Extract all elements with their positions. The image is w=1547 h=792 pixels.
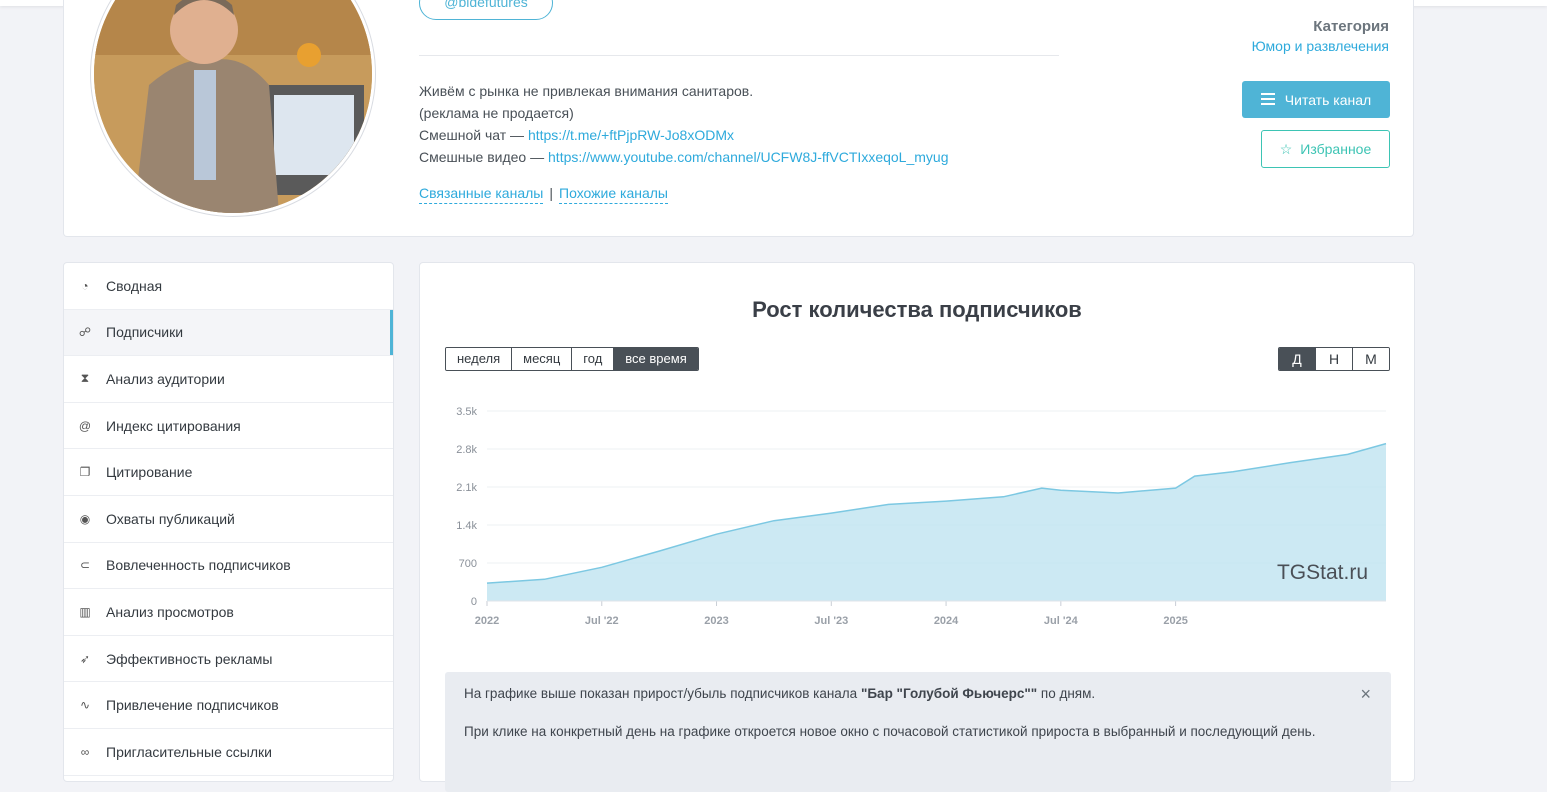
- sidebar-item-reach[interactable]: ◉ Охваты публикаций: [64, 496, 393, 543]
- sidebar-item-label: Анализ аудитории: [106, 370, 225, 387]
- read-channel-label: Читать канал: [1284, 91, 1372, 108]
- read-channel-button[interactable]: Читать канал: [1242, 81, 1390, 118]
- description-line: Живём с рынка не привлекая внимания сани…: [419, 83, 754, 99]
- y-tick-label: 0: [471, 596, 477, 608]
- y-tick-label: 2.1k: [456, 482, 477, 494]
- description-video-line: Смешные видео — https://www.youtube.com/…: [419, 146, 948, 168]
- period-week-button[interactable]: неделя: [446, 348, 513, 370]
- related-links: Связанные каналы | Похожие каналы: [419, 185, 668, 204]
- alert-line-2: При клике на конкретный день на графике …: [464, 724, 1316, 739]
- sidebar-item-label: Подписчики: [106, 324, 184, 341]
- close-icon[interactable]: ×: [1360, 684, 1371, 705]
- x-tick-label: 2022: [475, 615, 499, 627]
- sidebar-item-label: Цитирование: [106, 464, 193, 481]
- sidebar-item-label: Вовлеченность подписчиков: [106, 557, 291, 574]
- x-tick-label: Jul '23: [814, 615, 848, 627]
- chat-link[interactable]: https://t.me/+ftPjpRW-Jo8xODMx: [528, 127, 734, 143]
- alert-line-1: На графике выше показан прирост/убыль по…: [464, 683, 1344, 705]
- chat-prefix: Смешной чат —: [419, 127, 528, 143]
- link-icon: ∞: [80, 744, 90, 759]
- chart-watermark: TGStat.ru: [1277, 561, 1368, 584]
- at-icon: @: [78, 418, 92, 433]
- sidebar-item-invite-links[interactable]: ∞ Пригласительные ссылки: [64, 729, 393, 776]
- series-area: [487, 443, 1386, 601]
- sidebar-item-summary[interactable]: ◔ Сводная: [64, 263, 393, 310]
- sidebar-item-citation-index[interactable]: @ Индекс цитирования: [64, 403, 393, 450]
- period-selector: неделя месяц год все время: [445, 347, 699, 371]
- granularity-day-button[interactable]: Д: [1279, 348, 1316, 370]
- sidebar-item-engagement[interactable]: ⊂ Вовлеченность подписчиков: [64, 543, 393, 590]
- rocket-icon: ➶: [79, 651, 91, 666]
- sidebar-item-audience[interactable]: ⧗ Анализ аудитории: [64, 356, 393, 403]
- related-channels-link[interactable]: Связанные каналы: [419, 185, 544, 204]
- chart-title: Рост количества подписчиков: [752, 297, 1082, 322]
- channel-description: Живём с рынка не привлекая внимания сани…: [419, 80, 948, 168]
- granularity-selector: Д Н М: [1278, 347, 1390, 371]
- subscribers-chart[interactable]: 0 700 1.4k 2.1k 2.8k 3.5k 2022 Jul '22 2023 Jul '…: [420, 393, 1414, 633]
- trend-icon: ∿: [79, 698, 91, 713]
- star-icon: ☆: [1279, 140, 1293, 157]
- hourglass-icon: ⧗: [80, 371, 90, 386]
- alert-channel-name: "Бар "Голубой Фьючерс"": [860, 686, 1038, 701]
- sidebar-item-label: Пригласительные ссылки: [106, 743, 272, 760]
- sidebar-item-acquisition[interactable]: ∿ Привлечение подписчиков: [64, 682, 393, 729]
- sidebar-item-subscribers[interactable]: ☍ Подписчики: [64, 309, 393, 357]
- x-tick-label: Jul '22: [585, 615, 619, 627]
- similar-channels-link[interactable]: Похожие каналы: [559, 185, 668, 204]
- sidebar-item-label: Охваты публикаций: [106, 510, 235, 527]
- y-tick-label: 3.5k: [456, 406, 477, 418]
- link-separator: |: [549, 185, 553, 201]
- granularity-week-button[interactable]: Н: [1316, 348, 1353, 370]
- subscribers-chart-card: Рост количества подписчиков неделя месяц…: [419, 262, 1415, 792]
- channel-username[interactable]: @bldefutures: [419, 0, 553, 20]
- divider: [419, 55, 1059, 56]
- category-label: Категория: [1313, 18, 1389, 35]
- description-chat-line: Смешной чат — https://t.me/+ftPjpRW-Jo8x…: [419, 124, 948, 146]
- sidebar-item-ads[interactable]: ➶ Эффективность рекламы: [64, 636, 393, 683]
- video-prefix: Смешные видео —: [419, 149, 549, 165]
- favorite-button[interactable]: ☆ Избранное: [1261, 130, 1390, 168]
- quote-icon: ❐: [79, 465, 91, 480]
- channel-avatar: [91, 0, 375, 216]
- alert-prefix: На графике выше показан прирост/убыль по…: [464, 686, 861, 701]
- category-value[interactable]: Юмор и развлечения: [1252, 38, 1389, 54]
- x-tick-label: 2025: [1163, 615, 1187, 627]
- y-tick-label: 2.8k: [456, 444, 477, 456]
- sidebar-item-label: Индекс цитирования: [106, 417, 241, 434]
- alert-suffix: по дням.: [1037, 686, 1096, 701]
- y-tick-label: 700: [459, 558, 477, 570]
- dashboard-icon: ◔: [81, 278, 89, 293]
- description-line: (реклама не продается): [419, 105, 574, 121]
- x-tick-label: 2023: [704, 615, 728, 627]
- sidebar-item-views[interactable]: ▥ Анализ просмотров: [64, 589, 393, 636]
- sidebar-item-citations[interactable]: ❐ Цитирование: [64, 449, 393, 496]
- sidebar-item-label: Сводная: [106, 277, 163, 294]
- period-month-button[interactable]: месяц: [512, 348, 573, 370]
- x-tick-label: Jul '24: [1044, 615, 1079, 627]
- stats-sidebar: ◔ Сводная ☍ Подписчики ⧗ Анализ аудитории @…: [63, 262, 394, 782]
- eye-icon: ◉: [79, 511, 91, 526]
- video-link[interactable]: https://www.youtube.com/channel/UCFW8J-f…: [548, 149, 948, 165]
- sidebar-item-label: Эффективность рекламы: [106, 650, 273, 667]
- period-year-button[interactable]: год: [572, 348, 615, 370]
- sidebar-item-label: Анализ просмотров: [106, 603, 234, 620]
- x-tick-label: 2024: [934, 615, 959, 627]
- list-icon: [1260, 92, 1275, 108]
- chart-info-alert: На графике выше показан прирост/убыль по…: [445, 672, 1391, 792]
- granularity-month-button[interactable]: М: [1353, 348, 1389, 370]
- period-all-time-button[interactable]: все время: [614, 348, 698, 370]
- sidebar-item-label: Привлечение подписчиков: [106, 697, 279, 714]
- channel-profile-card: @bldefutures Живём с рынка не привлекая …: [63, 0, 1414, 237]
- bar-chart-icon: ▥: [79, 604, 91, 619]
- favorite-label: Избранное: [1300, 141, 1372, 157]
- engagement-icon: ⊂: [79, 558, 91, 573]
- users-icon: ☍: [78, 325, 92, 340]
- y-tick-label: 1.4k: [456, 520, 477, 532]
